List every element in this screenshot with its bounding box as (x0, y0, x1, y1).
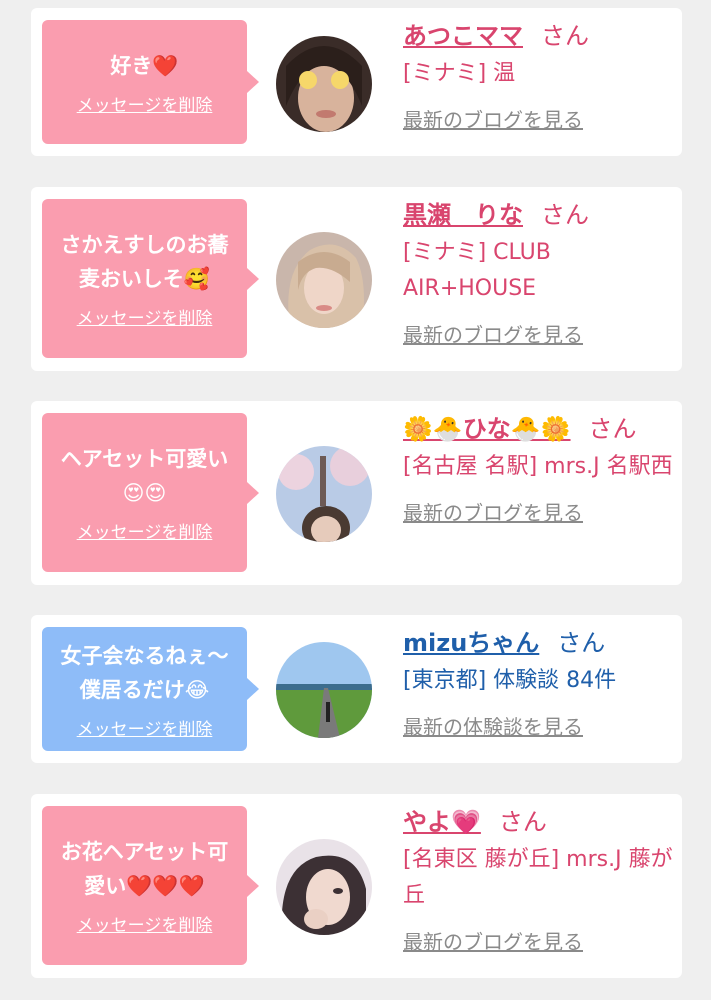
user-info: mizuちゃん さん [東京都] 体験談 84件 最新の体験談を見る (403, 627, 673, 740)
honorific: さん (557, 629, 606, 657)
latest-blog-link[interactable]: 最新のブログを見る (403, 926, 583, 955)
avatar[interactable] (276, 36, 372, 132)
user-name-link[interactable]: やよ💗 (403, 808, 481, 836)
avatar[interactable] (276, 446, 372, 542)
avatar-photo (276, 642, 372, 738)
latest-review-link[interactable]: 最新の体験談を見る (403, 711, 583, 740)
message-card: お花ヘアセット可愛い❤️❤️❤️ メッセージを削除 やよ💗 さん [名東区 藤が丘… (31, 794, 682, 978)
message-bubble: 好き❤️ メッセージを削除 (42, 20, 259, 144)
avatar[interactable] (276, 232, 372, 328)
shop-label: [東京都] 体験談 84件 (403, 668, 617, 693)
avatar[interactable] (276, 839, 372, 935)
avatar-photo (276, 446, 372, 542)
latest-blog-link[interactable]: 最新のブログを見る (403, 319, 583, 348)
honorific: さん (541, 22, 589, 50)
message-bubble: お花ヘアセット可愛い❤️❤️❤️ メッセージを削除 (42, 806, 259, 965)
latest-blog-link[interactable]: 最新のブログを見る (403, 104, 583, 133)
message-text: 好き❤️ (110, 53, 179, 78)
message-card: ヘアセット可愛い😍😍 メッセージを削除 🌼🐣ひな🐣🌼 さん [名古屋 名駅] mr… (31, 401, 682, 585)
avatar[interactable] (276, 642, 372, 738)
user-name-link[interactable]: 黒瀬 りな (403, 201, 523, 229)
honorific: さん (498, 808, 547, 836)
shop-label: [ミナミ] 温 (403, 61, 516, 86)
delete-message-link[interactable]: メッセージを削除 (77, 91, 213, 116)
message-list: 好き❤️ メッセージを削除 あつこママ さん [ミナミ] 温 最新のブログを見る … (0, 0, 711, 1000)
avatar-photo (276, 232, 372, 328)
message-text: さかえすしのお蕎麦おいしそ🥰 (60, 233, 229, 291)
message-text: お花ヘアセット可愛い❤️❤️❤️ (60, 840, 229, 898)
honorific: さん (588, 415, 637, 443)
user-name-link[interactable]: 🌼🐣ひな🐣🌼 (403, 415, 571, 443)
message-text: 女子会なるねぇ〜僕居るだけ😂 (60, 643, 229, 702)
shop-label: [ミナミ] CLUB AIR+HOUSE (403, 240, 551, 301)
message-text: ヘアセット可愛い😍😍 (60, 447, 229, 505)
delete-message-link[interactable]: メッセージを削除 (77, 304, 213, 329)
user-info: あつこママ さん [ミナミ] 温 最新のブログを見る (403, 20, 673, 133)
latest-blog-link[interactable]: 最新のブログを見る (403, 497, 583, 526)
message-card: 好き❤️ メッセージを削除 あつこママ さん [ミナミ] 温 最新のブログを見る (31, 8, 682, 156)
user-info: やよ💗 さん [名東区 藤が丘] mrs.J 藤が丘 最新のブログを見る (403, 806, 673, 955)
user-name-link[interactable]: あつこママ (403, 22, 523, 50)
delete-message-link[interactable]: メッセージを削除 (77, 911, 213, 936)
delete-message-link[interactable]: メッセージを削除 (77, 715, 213, 740)
user-info: 🌼🐣ひな🐣🌼 さん [名古屋 名駅] mrs.J 名駅西 最新のブログを見る (403, 413, 673, 526)
user-info: 黒瀬 りな さん [ミナミ] CLUB AIR+HOUSE 最新のブログを見る (403, 199, 673, 348)
shop-label: [名東区 藤が丘] mrs.J 藤が丘 (403, 847, 673, 908)
message-bubble: 女子会なるねぇ〜僕居るだけ😂 メッセージを削除 (42, 627, 259, 751)
user-name-link[interactable]: mizuちゃん (403, 629, 539, 657)
message-card: 女子会なるねぇ〜僕居るだけ😂 メッセージを削除 mizuちゃん さん [東京都] … (31, 615, 682, 763)
avatar-photo (276, 839, 372, 935)
shop-label: [名古屋 名駅] mrs.J 名駅西 (403, 454, 673, 479)
message-card: さかえすしのお蕎麦おいしそ🥰 メッセージを削除 黒瀬 りな さん [ミナミ] CL… (31, 187, 682, 371)
honorific: さん (541, 201, 589, 229)
delete-message-link[interactable]: メッセージを削除 (77, 518, 213, 543)
avatar-photo (276, 36, 372, 132)
message-bubble: ヘアセット可愛い😍😍 メッセージを削除 (42, 413, 259, 572)
message-bubble: さかえすしのお蕎麦おいしそ🥰 メッセージを削除 (42, 199, 259, 358)
